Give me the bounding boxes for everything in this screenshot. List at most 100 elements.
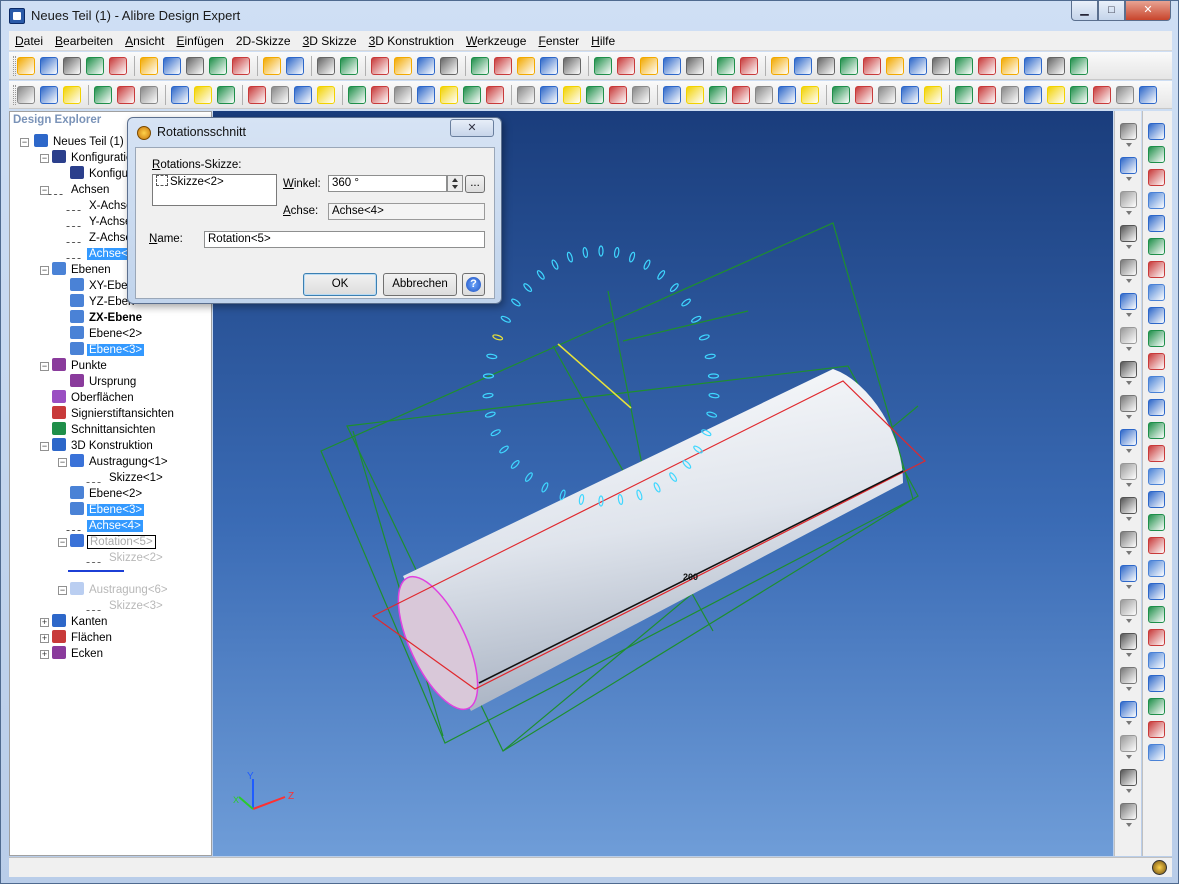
toolbar-tool-icon[interactable] (209, 57, 227, 75)
sketch-arc-segment[interactable] (524, 472, 533, 482)
tree-item[interactable]: Achse<4> (66, 518, 143, 534)
side-tool-icon[interactable] (1148, 629, 1165, 646)
toolbar-tool-icon[interactable] (686, 57, 704, 75)
side-tool-icon[interactable] (1148, 537, 1165, 554)
side-tool-icon[interactable] (1120, 191, 1137, 208)
flyout-arrow-icon[interactable] (1126, 177, 1132, 181)
axis-field[interactable]: Achse<4> (328, 203, 485, 220)
toolbar-tool-icon[interactable] (586, 86, 604, 104)
side-tool-icon[interactable] (1148, 560, 1165, 577)
toolbar-tool-icon[interactable] (417, 57, 435, 75)
toolbar-tool-icon[interactable] (540, 86, 558, 104)
toolbar-tool-icon[interactable] (340, 57, 358, 75)
tree-expander[interactable]: − (40, 154, 49, 163)
sketch-arc-segment[interactable] (492, 334, 504, 341)
tree-item[interactable]: ZX-Ebene (70, 310, 144, 326)
tree-item[interactable]: Ecken (52, 646, 105, 662)
toolbar-tool-icon[interactable] (63, 57, 81, 75)
toolbar-tool-icon[interactable] (40, 86, 58, 104)
sketch-arc-segment[interactable] (551, 259, 559, 270)
flyout-arrow-icon[interactable] (1126, 585, 1132, 589)
toolbar-tool-icon[interactable] (755, 86, 773, 104)
toolbar-tool-icon[interactable] (440, 86, 458, 104)
toolbar-tool-icon[interactable] (1047, 86, 1065, 104)
side-tool-icon[interactable] (1120, 395, 1137, 412)
menu-werkzeuge[interactable]: Werkzeuge (460, 31, 532, 50)
toolbar-tool-icon[interactable] (286, 57, 304, 75)
menu-bearbeiten[interactable]: Bearbeiten (49, 31, 119, 50)
flyout-arrow-icon[interactable] (1126, 789, 1132, 793)
revolved-cylinder[interactable] (403, 369, 904, 711)
side-tool-icon[interactable] (1120, 123, 1137, 140)
tree-item[interactable]: X-Achse (66, 198, 134, 214)
toolbar-tool-icon[interactable] (371, 86, 389, 104)
sketch-arc-segment[interactable] (582, 246, 589, 259)
sketch-arc-segment[interactable] (657, 270, 666, 280)
sketch-arc-segment[interactable] (523, 283, 533, 293)
toolbar-tool-icon[interactable] (394, 57, 412, 75)
toolbar-tool-icon[interactable] (778, 86, 796, 104)
toolbar-tool-icon[interactable] (686, 86, 704, 104)
toolbar-tool-icon[interactable] (371, 57, 389, 75)
sketch-list-item[interactable]: Skizze<2> (170, 176, 224, 188)
close-button[interactable]: ✕ (1125, 1, 1171, 21)
toolbar-tool-icon[interactable] (517, 57, 535, 75)
flyout-arrow-icon[interactable] (1126, 347, 1132, 351)
toolbar-tool-icon[interactable] (878, 86, 896, 104)
toolbar-tool-icon[interactable] (617, 57, 635, 75)
toolbar-tool-icon[interactable] (163, 57, 181, 75)
side-tool-icon[interactable] (1120, 327, 1137, 344)
side-tool-icon[interactable] (1120, 429, 1137, 446)
tree-expander[interactable]: − (40, 266, 49, 275)
toolbar-tool-icon[interactable] (740, 57, 758, 75)
sketch-arc-segment[interactable] (704, 353, 716, 360)
side-tool-icon[interactable] (1148, 514, 1165, 531)
sketch-arc-segment[interactable] (486, 353, 498, 360)
sketch-arc-segment[interactable] (541, 482, 549, 493)
toolbar-tool-icon[interactable] (978, 86, 996, 104)
toolbar-tool-icon[interactable] (863, 57, 881, 75)
toolbar-tool-icon[interactable] (63, 86, 81, 104)
tree-item[interactable]: Ebene<2> (70, 486, 144, 502)
side-tool-icon[interactable] (1148, 675, 1165, 692)
toolbar-tool-icon[interactable] (1116, 86, 1134, 104)
toolbar-tool-icon[interactable] (140, 86, 158, 104)
flyout-arrow-icon[interactable] (1126, 381, 1132, 385)
side-tool-icon[interactable] (1120, 565, 1137, 582)
side-tool-icon[interactable] (1148, 123, 1165, 140)
sketch-arc-segment[interactable] (511, 298, 521, 307)
toolbar-tool-icon[interactable] (417, 86, 435, 104)
tree-expander[interactable]: + (40, 650, 49, 659)
side-tool-icon[interactable] (1148, 468, 1165, 485)
toolbar-tool-icon[interactable] (232, 57, 250, 75)
tree-item[interactable]: Signierstiftansichten (52, 406, 176, 422)
toolbar-tool-icon[interactable] (271, 86, 289, 104)
help-button[interactable]: ? (462, 273, 485, 296)
sketch-arc-segment[interactable] (510, 459, 520, 469)
toolbar-tool-icon[interactable] (263, 57, 281, 75)
side-tool-icon[interactable] (1148, 583, 1165, 600)
tree-expander[interactable]: − (58, 586, 67, 595)
toolbar-tool-icon[interactable] (1070, 57, 1088, 75)
side-tool-icon[interactable] (1120, 497, 1137, 514)
toolbar-grip[interactable] (13, 85, 16, 105)
toolbar-tool-icon[interactable] (909, 57, 927, 75)
tree-item[interactable]: Achsen (48, 182, 111, 198)
tree-expander[interactable]: − (40, 362, 49, 371)
side-tool-icon[interactable] (1120, 633, 1137, 650)
side-tool-icon[interactable] (1148, 744, 1165, 761)
app-icon[interactable] (9, 8, 25, 24)
maximize-button[interactable]: □ (1098, 1, 1125, 21)
toolbar-tool-icon[interactable] (801, 86, 819, 104)
flyout-arrow-icon[interactable] (1126, 653, 1132, 657)
toolbar-tool-icon[interactable] (94, 86, 112, 104)
menu-2d-skizze[interactable]: 2D-Skizze (230, 31, 297, 50)
ok-button[interactable]: OK (303, 273, 377, 296)
toolbar-tool-icon[interactable] (86, 57, 104, 75)
toolbar-tool-icon[interactable] (109, 57, 127, 75)
status-globe-icon[interactable] (1152, 860, 1167, 875)
side-tool-icon[interactable] (1120, 769, 1137, 786)
tree-expander[interactable]: − (58, 538, 67, 547)
tree-item[interactable]: Konfigur (70, 166, 134, 182)
side-tool-icon[interactable] (1120, 803, 1137, 820)
